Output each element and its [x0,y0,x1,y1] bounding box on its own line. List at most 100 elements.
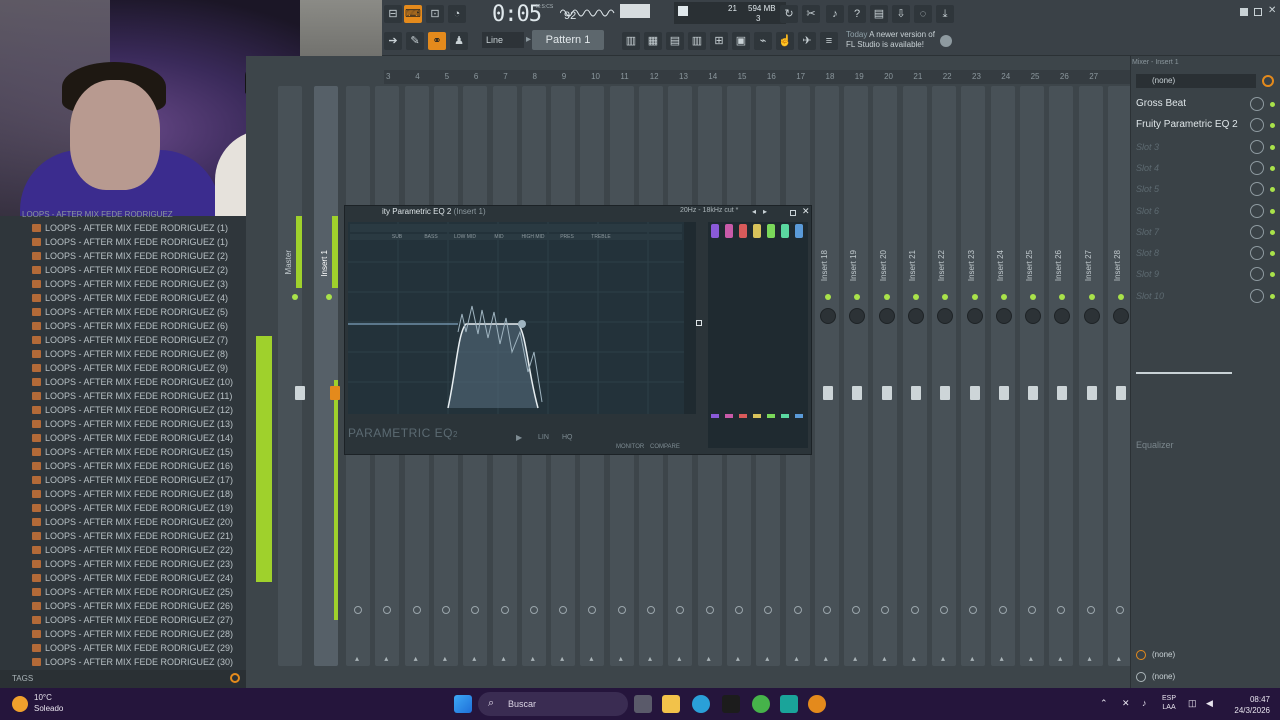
route-knob[interactable] [734,606,743,614]
slot-mix-knob[interactable] [1250,246,1264,261]
route-knob[interactable] [354,606,362,614]
typing-keyboard-icon[interactable]: ⌨ [404,5,422,23]
insert-strip[interactable] [1078,86,1103,666]
browser-file-item[interactable]: LOOPS - AFTER MIX FEDE RODRIGUEZ (15) [32,445,233,459]
browser-file-item[interactable]: LOOPS - AFTER MIX FEDE RODRIGUEZ (8) [32,347,228,361]
route-knob[interactable] [998,606,1007,614]
browser-file-item[interactable]: LOOPS - AFTER MIX FEDE RODRIGUEZ (7) [32,333,228,347]
send-arrow-icon[interactable]: ▴ [677,654,681,663]
browser-file-item[interactable]: LOOPS - AFTER MIX FEDE RODRIGUEZ (13) [32,417,233,431]
send-arrow-icon[interactable]: ▴ [1088,654,1092,663]
route-knob[interactable] [1115,606,1124,614]
plugin-preset[interactable]: 20Hz - 18kHz cut * [680,207,738,214]
volume-fader[interactable] [852,386,863,400]
browser-file-item[interactable]: LOOPS - AFTER MIX FEDE RODRIGUEZ (20) [32,515,233,529]
eq-band-handle[interactable] [795,224,803,238]
language-indicator[interactable]: ESP LAA [1162,694,1176,712]
slot-mix-knob[interactable] [1250,139,1264,154]
send-arrow-icon[interactable]: ▴ [384,654,388,663]
eq-band-handle[interactable] [781,224,789,238]
volume-fader[interactable] [1086,386,1097,400]
hq-button[interactable]: HQ [562,434,573,441]
eq-band-handle[interactable] [753,224,761,238]
insert-strip[interactable] [902,86,927,666]
save-icon[interactable]: ▤ [870,5,888,23]
effect-slot[interactable]: Slot 6 [1136,202,1242,220]
insert-strip[interactable] [873,86,898,666]
undo-icon[interactable]: ↻ [780,5,798,23]
pan-knob[interactable] [878,308,895,324]
volume-fader[interactable] [881,386,892,400]
eq-band-type[interactable] [711,414,719,418]
weather-temp[interactable]: 10°C [34,693,52,702]
pan-knob[interactable] [1025,308,1042,324]
search-icon[interactable] [230,673,240,683]
tray-mic-icon[interactable]: ♪ [1142,698,1147,708]
browser-file-item[interactable]: LOOPS - AFTER MIX FEDE RODRIGUEZ (18) [32,487,233,501]
browser-file-item[interactable]: LOOPS - AFTER MIX FEDE RODRIGUEZ (6) [32,319,228,333]
route-knob[interactable] [822,606,831,614]
eq-band-type[interactable] [739,414,747,418]
browser-file-item[interactable]: LOOPS - AFTER MIX FEDE RODRIGUEZ (14) [32,431,233,445]
eq-band-type[interactable] [767,414,775,418]
volume-fader[interactable] [969,386,980,400]
volume-fader[interactable] [1116,386,1126,400]
insert-led[interactable] [1088,294,1095,300]
browser-file-item[interactable]: LOOPS - AFTER MIX FEDE RODRIGUEZ (23) [32,557,233,571]
volume-fader[interactable] [1028,386,1039,400]
send-arrow-icon[interactable]: ▴ [1058,654,1062,663]
piano-roll-icon[interactable]: ▦ [644,32,662,50]
arrow-icon[interactable]: ➔ [384,32,402,50]
news-icon[interactable]: ≡ [820,32,838,50]
send-arrow-icon[interactable]: ▴ [502,654,506,663]
edge-icon[interactable] [692,695,710,713]
eq-graph[interactable] [348,222,684,414]
tray-volume-icon[interactable]: ◀ [1206,698,1213,709]
plugin-title[interactable]: ity Parametric EQ 2 (Insert 1) [382,207,486,216]
plugin-db-icon[interactable]: ▣ [732,32,750,50]
pan-knob[interactable] [966,308,983,324]
effect-slot[interactable]: Slot 4 [1136,159,1242,177]
browser-file-item[interactable]: LOOPS - AFTER MIX FEDE RODRIGUEZ (16) [32,459,233,473]
mic-icon[interactable]: ♪ [826,5,844,23]
download-icon[interactable]: ⤓ [936,5,954,23]
chat-icon[interactable]: ◌ [914,5,932,23]
effect-slot[interactable]: Slot 9 [1136,265,1242,283]
browser-file-item[interactable]: LOOPS - AFTER MIX FEDE RODRIGUEZ (21) [32,529,233,543]
tray-mute-icon[interactable]: ✕ [1122,698,1130,709]
effect-slot[interactable]: Gross Beat [1136,95,1242,113]
browser-file-item[interactable]: LOOPS - AFTER MIX FEDE RODRIGUEZ (30) [32,655,233,669]
send-arrow-icon[interactable]: ▴ [414,654,418,663]
browser-file-item[interactable]: LOOPS - AFTER MIX FEDE RODRIGUEZ (3) [32,277,228,291]
slot-enable-led[interactable] [1270,229,1275,235]
lin-button[interactable]: LIN [538,434,549,441]
send-arrow-icon[interactable]: ▴ [765,654,769,663]
insert-led[interactable] [1118,294,1124,300]
effect-slot[interactable]: Slot 3 [1136,138,1242,156]
eq-band-type[interactable] [795,414,803,418]
eq-band-handle[interactable] [725,224,733,238]
capcut-icon[interactable] [780,695,798,713]
touch-icon[interactable]: ☝ [776,32,794,50]
route-knob[interactable] [793,606,802,614]
help-icon[interactable]: ? [848,5,866,23]
eq-band-type[interactable] [725,414,733,418]
route-knob[interactable] [910,606,919,614]
slot-mix-knob[interactable] [1250,160,1264,175]
link-icon[interactable]: ⚭ [428,32,446,50]
playlist-icon[interactable]: ▥ [622,32,640,50]
snap-mode-select[interactable]: Line [482,32,524,48]
task-view-icon[interactable] [634,695,652,713]
weather-sun-icon[interactable] [12,696,28,712]
prev-preset-icon[interactable]: ◂ [752,207,756,216]
start-icon[interactable] [454,695,472,713]
route-knob[interactable] [1086,606,1095,614]
browser-icon[interactable]: ⊞ [710,32,728,50]
slot-mix-knob[interactable] [1250,224,1264,239]
output-1[interactable]: (none) [1152,650,1175,659]
insert-strip[interactable] [814,86,839,666]
time-display[interactable]: 0:05 [492,2,542,27]
browser-file-item[interactable]: LOOPS - AFTER MIX FEDE RODRIGUEZ (29) [32,641,233,655]
insert-strip[interactable] [932,86,956,666]
insert-1-led[interactable] [326,294,332,300]
